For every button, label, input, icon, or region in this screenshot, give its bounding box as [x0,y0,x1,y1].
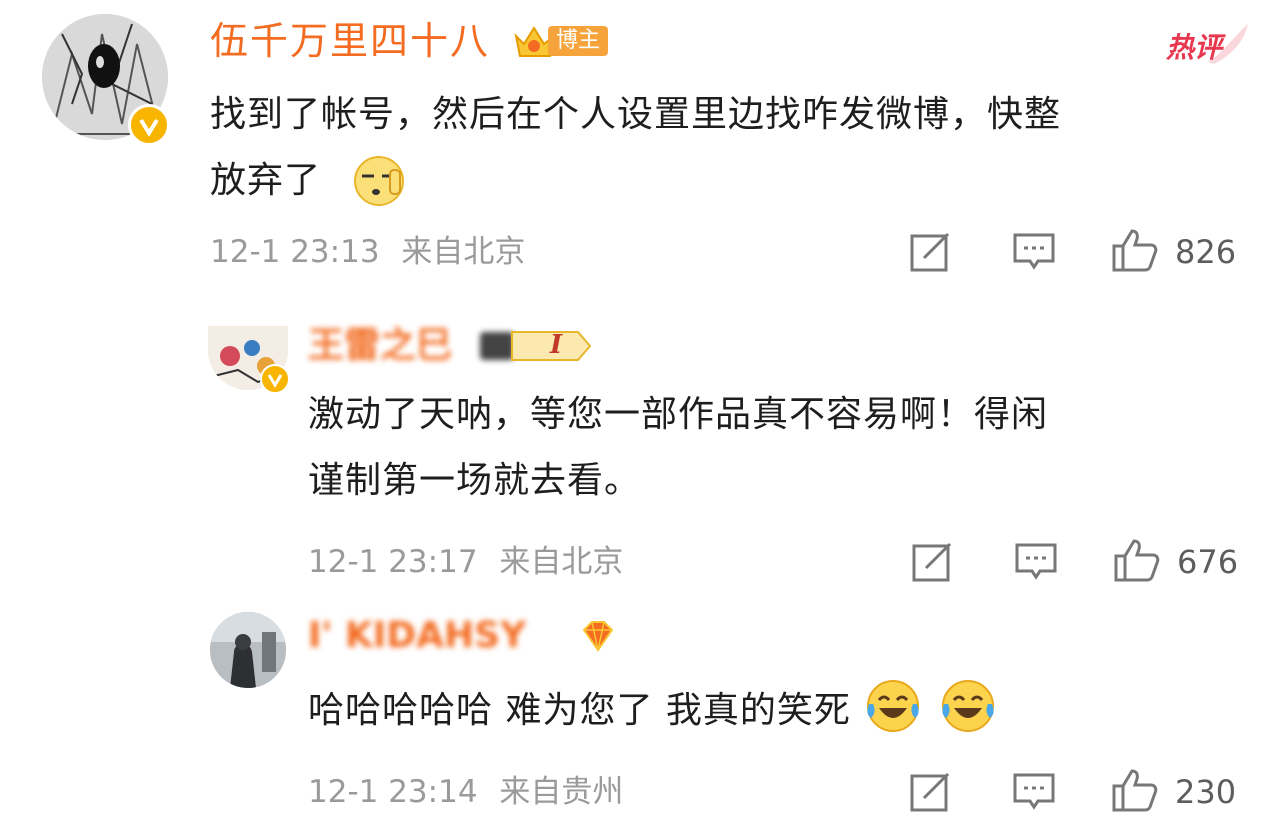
repost-icon[interactable] [912,542,954,582]
comment-text-line: 哈哈哈哈哈 难为您了 我真的笑死 [308,690,851,731]
diamond-badge-icon [582,621,614,652]
doge-hand-emoji [354,156,404,206]
comment-text: 找到了帐号，然后在个人设置里边找咋发微博，快整 放弃了 [210,82,1250,214]
comment-text-line: 激动了天呐，等您一部作品真不容易啊！得闲 [308,394,1049,435]
comment-text-line: 找到了帐号，然后在个人设置里边找咋发微博，快整 [210,94,1062,135]
member-badge: I [480,328,596,364]
comment-time: 12-1 23:14 [308,774,478,810]
repost-icon[interactable] [910,772,952,812]
comment-icon[interactable] [1014,542,1058,582]
like-count: 230 [1175,773,1237,811]
like-icon[interactable] [1110,228,1158,272]
comment-time: 12-1 23:17 [308,544,478,580]
hot-comment-label: 热评 [1164,22,1254,68]
comment-location: 来自北京 [499,544,624,580]
laugh-cry-emoji [867,680,920,732]
comment-text: 激动了天呐，等您一部作品真不容易啊！得闲 谨制第一场就去看。 [308,382,1248,514]
blogger-badge: 博主 [512,22,612,62]
comment-time: 12-1 23:13 [210,234,380,270]
comment-location: 来自贵州 [499,774,624,810]
like-icon[interactable] [1112,538,1160,582]
level-text: I [550,330,563,360]
comment-location: 来自北京 [401,234,526,270]
comment-meta: 12-1 23:17 来自北京 [308,542,623,582]
verified-badge-icon [260,364,290,394]
comment-icon[interactable] [1012,232,1056,272]
username[interactable]: I' KIDAHSY [308,616,588,656]
comment-text-line: 谨制第一场就去看。 [308,460,642,501]
comment-meta: 12-1 23:14 来自贵州 [308,772,623,812]
username[interactable]: 伍千万里四十八 [210,18,490,64]
repost-icon[interactable] [910,232,952,272]
laugh-cry-emoji [941,680,994,732]
comment-meta: 12-1 23:13 来自北京 [210,232,525,272]
comment-text: 哈哈哈哈哈 难为您了 我真的笑死 [308,678,1248,744]
comment-icon[interactable] [1012,772,1056,812]
verified-badge-icon [128,104,170,146]
comment-text-line: 放弃了 [210,160,322,201]
username[interactable]: 王雷之巳 [308,326,468,366]
like-count: 676 [1177,543,1239,581]
avatar[interactable] [210,612,286,688]
hot-label-text: 热评 [1166,31,1223,64]
like-icon[interactable] [1110,768,1158,812]
blogger-badge-text: 博主 [548,26,609,56]
like-count: 826 [1175,233,1237,271]
